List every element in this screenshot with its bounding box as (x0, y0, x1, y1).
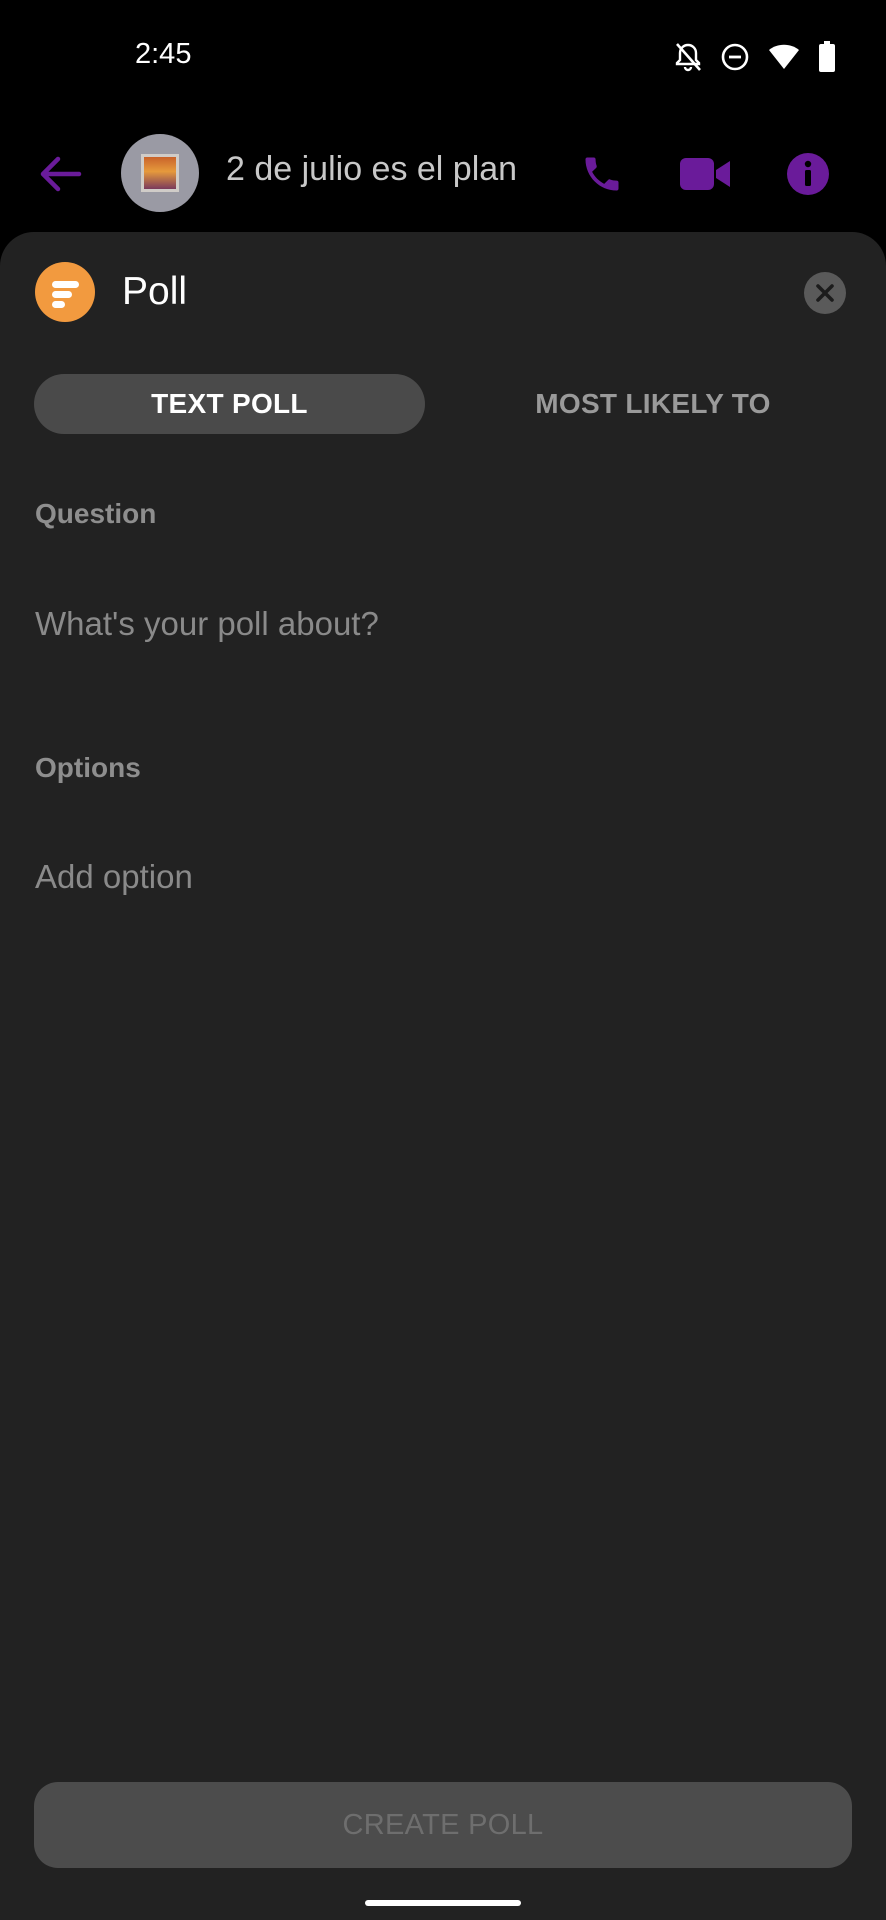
question-label: Question (35, 498, 157, 529)
status-icons (674, 40, 836, 74)
screen: 2:45 2 de julio es el plan Poll TEXT POL… (0, 0, 886, 1920)
poll-logo-icon (35, 262, 95, 322)
video-camera-icon (680, 158, 730, 190)
info-button[interactable] (776, 142, 840, 206)
battery-icon (818, 41, 836, 73)
do-not-disturb-icon (720, 42, 750, 72)
video-call-button[interactable] (673, 142, 737, 206)
create-poll-button[interactable]: CREATE POLL (34, 1782, 852, 1868)
avatar-image (141, 154, 179, 192)
poll-sheet: Poll TEXT POLL MOST LIKELY TO Question O… (0, 232, 886, 1920)
phone-icon (585, 157, 619, 191)
back-arrow-icon (40, 156, 82, 192)
poll-type-tabs: TEXT POLL MOST LIKELY TO (34, 374, 852, 434)
info-icon (787, 153, 829, 195)
group-avatar[interactable] (121, 134, 199, 212)
options-label: Options (35, 752, 141, 783)
status-time: 2:45 (135, 38, 192, 70)
poll-title: Poll (122, 270, 188, 313)
wifi-icon (768, 43, 800, 71)
close-icon (816, 284, 834, 302)
notifications-off-icon (674, 42, 702, 72)
question-input[interactable] (35, 594, 845, 654)
add-option-input[interactable] (35, 847, 845, 907)
tab-text-poll[interactable]: TEXT POLL (34, 374, 425, 434)
chat-title[interactable]: 2 de julio es el plan (226, 150, 517, 189)
close-button[interactable] (804, 272, 846, 314)
call-button[interactable] (570, 142, 634, 206)
tab-most-likely-to[interactable]: MOST LIKELY TO (454, 374, 852, 434)
home-indicator[interactable] (365, 1900, 521, 1906)
chat-header: 2 de julio es el plan (0, 120, 886, 230)
status-bar: 2:45 (0, 0, 886, 110)
back-button[interactable] (30, 144, 90, 204)
